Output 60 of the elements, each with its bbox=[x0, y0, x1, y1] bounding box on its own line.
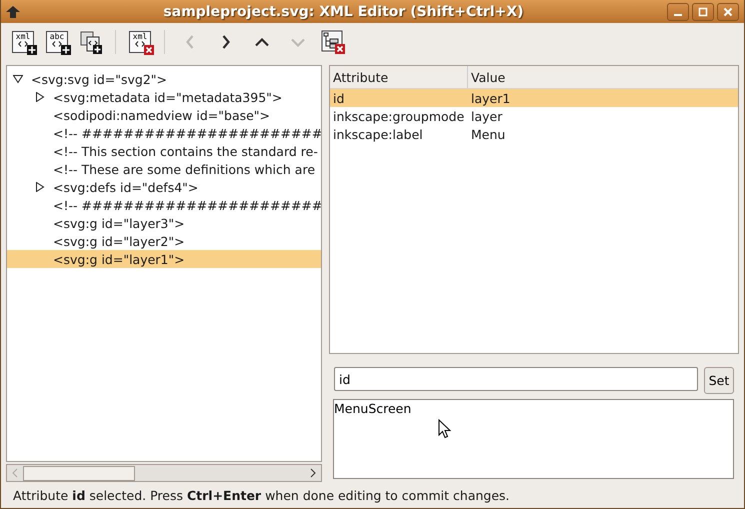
attribute-row[interactable]: id layer1 bbox=[330, 89, 738, 107]
window-title: sampleproject.svg: XML Editor (Shift+Ctrl+X) bbox=[162, 4, 525, 20]
tree-node[interactable]: <svg:g id="layer1"> bbox=[7, 250, 321, 268]
tree-node[interactable]: <!-- This section contains the standard re- bbox=[7, 142, 321, 160]
delete-node-button[interactable]: xml bbox=[124, 26, 156, 58]
node-label: <svg:g id="layer1"> bbox=[53, 252, 185, 266]
chevron-left-icon bbox=[186, 35, 194, 49]
close-icon bbox=[723, 6, 733, 16]
column-header[interactable]: Attribute bbox=[330, 66, 468, 88]
brackets-icon bbox=[135, 41, 145, 47]
attribute-value: layer1 bbox=[470, 90, 510, 106]
tree-node[interactable]: <svg:g id="layer3"> bbox=[7, 214, 321, 232]
set-button[interactable]: Set bbox=[704, 367, 734, 394]
close-button[interactable] bbox=[717, 2, 739, 20]
node-label: <svg:defs id="defs4"> bbox=[53, 180, 198, 194]
node-label: <svg:metadata id="metadata395"> bbox=[53, 90, 282, 104]
chevron-down-icon bbox=[291, 38, 305, 46]
node-label: <!-- These are some definitions which are bbox=[53, 162, 316, 176]
attribute-name-field[interactable]: id bbox=[334, 367, 698, 391]
node-label: <sodipodi:namedview id="base"> bbox=[53, 108, 270, 122]
minimize-button[interactable] bbox=[667, 2, 689, 20]
tree-node[interactable]: <svg:metadata id="metadata395"> bbox=[7, 88, 321, 106]
minimize-icon bbox=[674, 14, 682, 16]
mouse-pointer-icon bbox=[438, 419, 451, 439]
brackets-icon bbox=[52, 41, 62, 47]
attribute-row[interactable]: inkscape:groupmode layer bbox=[330, 107, 738, 125]
node-label: <svg:g id="layer3"> bbox=[53, 216, 185, 230]
delete-badge-icon bbox=[144, 45, 154, 55]
app-menu-icon[interactable] bbox=[6, 6, 20, 18]
attribute-value: Menu bbox=[470, 126, 506, 142]
collapsed-triangle-icon[interactable] bbox=[35, 182, 45, 192]
new-node-button[interactable]: xml bbox=[7, 26, 39, 58]
plus-badge-icon bbox=[27, 45, 37, 55]
tree-node[interactable]: <svg:g id="layer2"> bbox=[7, 232, 321, 250]
attribute-row[interactable]: inkscape:label Menu bbox=[330, 125, 738, 143]
node-label: <!-- This section contains the standard re- bbox=[53, 144, 318, 158]
maximize-icon bbox=[698, 6, 708, 16]
status-message: Attribute id selected. Press Ctrl+Enter when done editing to commit changes. bbox=[13, 488, 510, 502]
attribute-name: id bbox=[332, 90, 346, 106]
tree-node[interactable]: <!-- These are some definitions which are bbox=[7, 160, 321, 178]
attribute-name: inkscape:groupmode bbox=[332, 108, 466, 124]
maximize-button[interactable] bbox=[692, 2, 714, 20]
plus-badge-icon bbox=[61, 45, 71, 55]
collapsed-triangle-icon[interactable] bbox=[35, 92, 45, 102]
chevron-right-icon bbox=[222, 35, 230, 49]
column-header[interactable]: Value bbox=[468, 66, 506, 88]
brackets-icon bbox=[18, 41, 28, 47]
node-label: <svg:svg id="svg2"> bbox=[31, 72, 167, 86]
tree-node[interactable]: <sodipodi:namedview id="base"> bbox=[7, 106, 321, 124]
attribute-name: inkscape:label bbox=[332, 126, 424, 142]
new-node-button[interactable]: abc bbox=[41, 26, 73, 58]
scroll-right-icon[interactable] bbox=[308, 468, 318, 478]
tree-node[interactable]: <svg:svg id="svg2"> bbox=[7, 70, 321, 88]
attribute-value-field[interactable]: MenuScreen bbox=[333, 399, 734, 479]
horizontal-scrollbar[interactable] bbox=[6, 464, 322, 482]
tree-node[interactable]: <svg:defs id="defs4"> bbox=[7, 178, 321, 196]
node-label: <svg:g id="layer2"> bbox=[53, 234, 185, 248]
chevron-up-icon bbox=[255, 38, 269, 46]
attribute-value: layer bbox=[470, 108, 502, 124]
expanded-triangle-icon[interactable] bbox=[13, 74, 23, 84]
